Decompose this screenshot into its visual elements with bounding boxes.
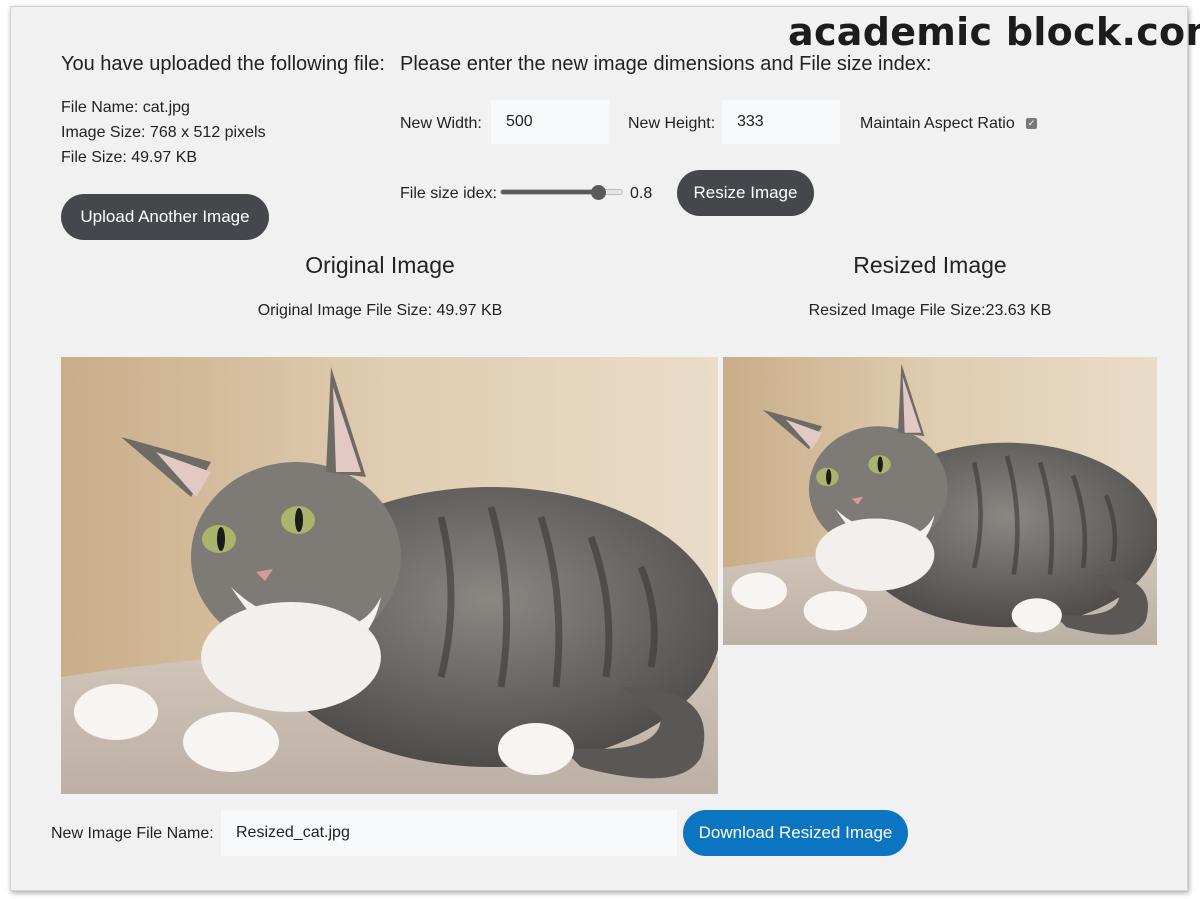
new-width-input[interactable] — [491, 100, 609, 144]
aspect-ratio-label: Maintain Aspect Ratio — [860, 115, 1015, 132]
upload-info-heading: You have uploaded the following file: — [61, 53, 385, 75]
file-size-text: File Size: 49.97 KB — [61, 149, 198, 166]
resize-image-button[interactable]: Resize Image — [677, 170, 814, 216]
file-name-text: File Name: cat.jpg — [61, 99, 190, 116]
new-file-name-input[interactable] — [221, 810, 677, 856]
original-file-size-text: Original Image File Size: 49.97 KB — [257, 302, 503, 319]
new-width-label: New Width: — [400, 115, 482, 132]
aspect-ratio-checkbox[interactable]: ✓ — [1026, 118, 1037, 129]
file-size-index-label: File size idex: — [400, 185, 497, 202]
original-cat-image — [61, 357, 718, 794]
resized-file-size-text: Resized Image File Size:23.63 KB — [808, 302, 1052, 319]
resized-image-title: Resized Image — [853, 252, 1007, 278]
new-file-name-label: New Image File Name: — [51, 825, 214, 842]
new-height-input[interactable] — [722, 100, 840, 144]
resize-form-heading: Please enter the new image dimensions an… — [400, 53, 932, 75]
resized-cat-image — [723, 357, 1157, 645]
watermark: academic block.com — [788, 10, 1200, 54]
slider-thumb[interactable] — [590, 185, 606, 200]
new-height-label: New Height: — [628, 115, 716, 132]
original-image-title: Original Image — [305, 252, 455, 278]
slider-fill — [501, 190, 598, 194]
file-size-index-value: 0.8 — [630, 185, 653, 202]
download-resized-image-button[interactable]: Download Resized Image — [683, 810, 908, 856]
upload-another-image-button[interactable]: Upload Another Image — [61, 194, 269, 240]
image-size-text: Image Size: 768 x 512 pixels — [61, 124, 266, 141]
